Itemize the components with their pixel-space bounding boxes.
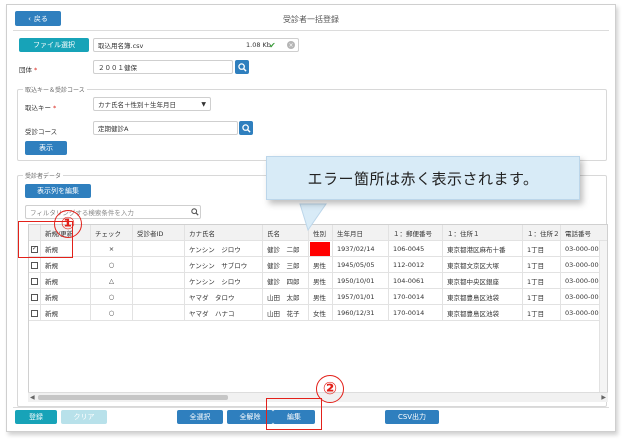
annotation-marker-1: ① — [54, 210, 82, 238]
annotation-marker-2: ② — [316, 375, 344, 403]
annotation-box-2 — [266, 398, 322, 430]
callout-pointer — [299, 203, 327, 232]
error-callout: エラー箇所は赤く表示されます。 — [266, 156, 580, 200]
